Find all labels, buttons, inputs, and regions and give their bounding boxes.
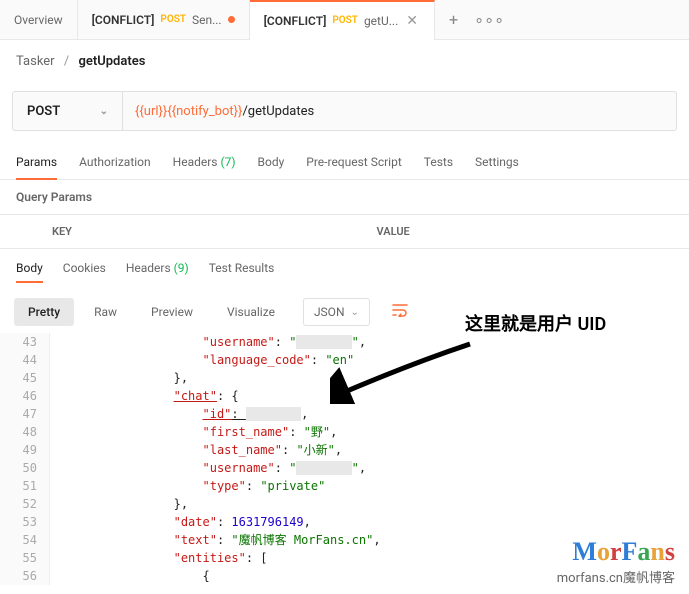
- tab-headers[interactable]: Headers (7): [173, 149, 236, 179]
- response-tabs: Body Cookies Headers (9) Test Results: [0, 249, 689, 291]
- line-number: 52: [0, 495, 50, 513]
- tab-name: Sen...: [192, 13, 222, 27]
- tab-label: Overview: [14, 13, 63, 27]
- method-badge: POST: [332, 15, 358, 26]
- view-visualize[interactable]: Visualize: [213, 298, 289, 326]
- code-line: "id": .,: [50, 405, 308, 423]
- tab-params[interactable]: Params: [16, 149, 57, 179]
- breadcrumb-sep: /: [64, 54, 69, 69]
- resp-headers-count: (9): [174, 261, 189, 275]
- tab-body[interactable]: Body: [258, 149, 285, 179]
- line-number: 54: [0, 531, 50, 549]
- tab-authorization[interactable]: Authorization: [79, 149, 151, 179]
- kv-header: KEY VALUE: [0, 214, 689, 249]
- tab-tests[interactable]: Tests: [424, 149, 453, 179]
- line-number: 43: [0, 333, 50, 351]
- code-line: "first_name": "野",: [50, 423, 337, 441]
- line-number: 48: [0, 423, 50, 441]
- code-line: "last_name": "小新",: [50, 441, 342, 459]
- new-tab-icon[interactable]: +: [449, 10, 458, 29]
- tab-actions: + ∘∘∘: [435, 10, 518, 29]
- tab-request-1[interactable]: [CONFLICT] POST Sen...: [78, 0, 250, 40]
- breadcrumb-name: getUpdates: [78, 54, 145, 69]
- kv-checkbox-col: [0, 215, 40, 248]
- code-line: "type": "private": [50, 477, 325, 495]
- resp-tab-tests[interactable]: Test Results: [209, 261, 275, 283]
- code-line: "username": ".",: [50, 459, 366, 477]
- line-number: 53: [0, 513, 50, 531]
- url-input[interactable]: {{url}}{{notify_bot}}/getUpdates: [123, 104, 676, 119]
- url-path: /getUpdates: [242, 104, 314, 119]
- tab-overview[interactable]: Overview: [0, 0, 78, 40]
- code-line: "username": ".",: [50, 333, 366, 351]
- line-number: 50: [0, 459, 50, 477]
- kv-value-header: VALUE: [365, 215, 689, 248]
- headers-count: (7): [220, 155, 235, 169]
- response-body[interactable]: 43 "username": ".", 44 "language_code": …: [0, 333, 689, 585]
- chevron-down-icon: ⌄: [351, 307, 359, 318]
- view-pretty[interactable]: Pretty: [14, 298, 74, 326]
- unsaved-dot-icon: [228, 16, 235, 23]
- url-variable: {{url}}{{notify_bot}}: [135, 104, 242, 119]
- code-line: {: [50, 567, 210, 585]
- tab-prerequest[interactable]: Pre-request Script: [306, 149, 401, 179]
- code-line: "chat": {: [50, 387, 239, 405]
- tab-settings[interactable]: Settings: [475, 149, 519, 179]
- close-icon[interactable]: ✕: [404, 13, 420, 29]
- view-raw[interactable]: Raw: [80, 298, 131, 326]
- chevron-down-icon: ⌄: [100, 106, 108, 117]
- code-line: },: [50, 495, 188, 513]
- resp-tab-headers[interactable]: Headers (9): [126, 261, 189, 283]
- annotation-label: 这里就是用户 UID: [465, 310, 606, 336]
- resp-tab-body[interactable]: Body: [16, 261, 43, 283]
- code-line: },: [50, 369, 188, 387]
- request-tabs: Params Authorization Headers (7) Body Pr…: [0, 139, 689, 180]
- resp-tab-cookies[interactable]: Cookies: [63, 261, 106, 283]
- line-number: 51: [0, 477, 50, 495]
- format-value: JSON: [314, 305, 345, 319]
- line-number: 46: [0, 387, 50, 405]
- line-number: 49: [0, 441, 50, 459]
- kv-key-header: KEY: [40, 215, 365, 248]
- tab-name: getU...: [364, 14, 398, 28]
- code-line: "text": "魔帆博客 MorFans.cn",: [50, 531, 381, 549]
- line-number: 45: [0, 369, 50, 387]
- line-number: 47: [0, 405, 50, 423]
- url-bar: POST ⌄ {{url}}{{notify_bot}}/getUpdates: [12, 91, 677, 131]
- line-number: 56: [0, 567, 50, 585]
- tab-bar: Overview [CONFLICT] POST Sen... [CONFLIC…: [0, 0, 689, 40]
- code-line: "entities": [: [50, 549, 268, 567]
- conflict-badge: [CONFLICT]: [92, 13, 155, 27]
- wrap-lines-icon[interactable]: [384, 297, 416, 327]
- query-params-label: Query Params: [0, 180, 689, 214]
- line-number: 55: [0, 549, 50, 567]
- tab-request-2[interactable]: [CONFLICT] POST getU... ✕: [250, 0, 435, 40]
- method-badge: POST: [160, 14, 186, 25]
- format-select[interactable]: JSON ⌄: [303, 298, 370, 326]
- code-line: "language_code": "en": [50, 351, 354, 369]
- code-line: "date": 1631796149,: [50, 513, 311, 531]
- breadcrumb: Tasker / getUpdates: [0, 40, 689, 83]
- conflict-badge: [CONFLICT]: [264, 14, 327, 28]
- method-select[interactable]: POST ⌄: [13, 92, 123, 130]
- more-icon[interactable]: ∘∘∘: [474, 10, 504, 29]
- breadcrumb-root[interactable]: Tasker: [16, 54, 55, 69]
- view-preview[interactable]: Preview: [137, 298, 207, 326]
- line-number: 44: [0, 351, 50, 369]
- method-value: POST: [27, 104, 60, 119]
